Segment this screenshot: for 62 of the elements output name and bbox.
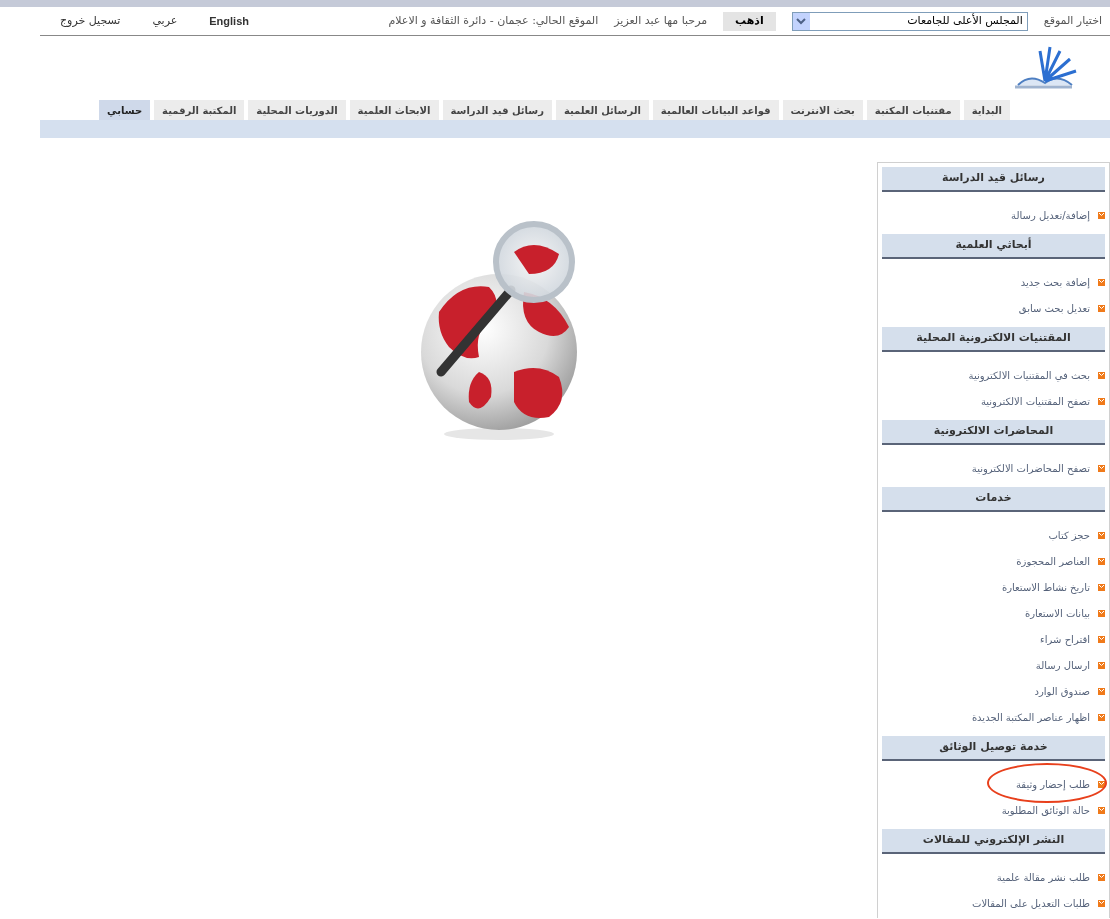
flag-icon: [1098, 609, 1105, 617]
flag-icon: [1098, 211, 1105, 219]
nav-tab[interactable]: بحث الانترنت: [782, 100, 863, 120]
flag-icon: [1098, 278, 1105, 286]
chevron-down-icon: [792, 12, 810, 30]
section-header: النشر الإلكتروني للمقالات: [882, 829, 1105, 854]
flag-icon: [1098, 713, 1105, 721]
sidebar-link[interactable]: تصفح المقتنيات الالكترونية: [980, 393, 1090, 409]
flag-icon: [1098, 304, 1105, 312]
section-header: أبحاثي العلمية: [882, 234, 1105, 259]
section-header: خدمة توصيل الوثائق: [882, 736, 1105, 761]
current-site-text: الموقع الحالي: عجمان - دائرة الثقافة و الاعلام: [388, 12, 599, 29]
sidebar-link[interactable]: تصفح المحاضرات الالكترونية: [971, 460, 1090, 476]
nav-tab[interactable]: الابحاث العلمية: [349, 100, 439, 120]
sidebar-link[interactable]: حالة الوثائق المطلوبة: [1001, 802, 1090, 818]
flag-icon: [1098, 780, 1105, 788]
flag-icon: [1098, 371, 1105, 379]
sidebar-link[interactable]: ارسال رسالة: [1035, 657, 1090, 673]
nav-tab[interactable]: الرسائل العلمية: [555, 100, 649, 120]
nav-tab[interactable]: الدوريات المحلية: [248, 100, 346, 120]
section-header: المحاضرات الالكترونية: [882, 420, 1105, 445]
nav-tab[interactable]: رسائل قيد الدراسة: [442, 100, 552, 120]
section-header: المقتنيات الالكترونية المحلية: [882, 327, 1105, 352]
site-label: اختيار الموقع: [1043, 12, 1102, 29]
nav-tab[interactable]: مقتنيات المكتبة: [866, 100, 960, 120]
flag-icon: [1098, 687, 1105, 695]
flag-icon: [1098, 531, 1105, 539]
flag-icon: [1098, 635, 1105, 643]
sidebar-link[interactable]: العناصر المحجوزة: [1016, 553, 1090, 569]
sidebar-link[interactable]: تعديل بحث سابق: [1018, 300, 1090, 316]
flag-icon: [1098, 583, 1105, 591]
nav-tab[interactable]: البداية: [963, 100, 1010, 120]
flag-icon: [1098, 899, 1105, 907]
section-header: خدمات: [882, 487, 1105, 512]
sidebar-link[interactable]: طلب إحضار وثيقة: [1016, 776, 1090, 792]
sidebar-link[interactable]: صندوق الوارد: [1034, 683, 1090, 699]
sidebar-link[interactable]: طلبات التعديل على المقالات: [972, 895, 1090, 911]
sidebar-link[interactable]: بيانات الاستعارة: [1024, 605, 1090, 621]
flag-icon: [1098, 806, 1105, 814]
sidebar-link[interactable]: اظهار عناصر المكتبة الجديدة: [971, 709, 1090, 725]
flag-icon: [1098, 464, 1105, 472]
sidebar-link[interactable]: طلب نشر مقالة علمية: [996, 869, 1090, 885]
nav-tab[interactable]: قواعد البيانات العالمية: [652, 100, 779, 120]
sidebar-link[interactable]: حجز كتاب: [1048, 527, 1090, 543]
section-header: رسائل قيد الدراسة: [882, 167, 1105, 192]
flag-icon: [1098, 557, 1105, 565]
sidebar-link[interactable]: تاريخ نشاط الاستعارة: [1001, 579, 1090, 595]
sidebar-link[interactable]: اقتراح شراء: [1040, 631, 1090, 647]
greeting-text: مرحبا مها عبد العزيز: [614, 12, 708, 29]
sidebar-link[interactable]: إضافة بحث جديد: [1020, 274, 1090, 290]
sidebar-link[interactable]: بحث في المقتنيات الالكترونية: [968, 367, 1090, 383]
top-link[interactable]: تسجيل خروج: [60, 12, 121, 30]
top-link[interactable]: عربي: [152, 12, 178, 30]
nav-tab[interactable]: حسابي: [99, 100, 151, 120]
flag-icon: [1098, 661, 1105, 669]
flag-icon: [1098, 397, 1105, 405]
flag-icon: [1098, 873, 1105, 881]
nav-tab[interactable]: المكتبة الرقمية: [154, 100, 245, 120]
top-link[interactable]: English: [209, 12, 249, 30]
go-button[interactable]: اذهب: [723, 11, 776, 31]
sidebar-link[interactable]: إضافة/تعديل رسالة: [1011, 207, 1090, 223]
site-select[interactable]: المجلس الأعلى للجامعات: [791, 11, 1028, 31]
